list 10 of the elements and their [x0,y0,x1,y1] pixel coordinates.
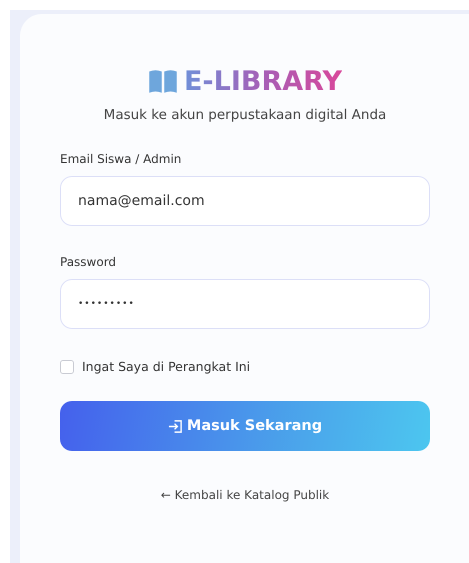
book-icon [148,69,178,94]
password-field[interactable]: ••••••••• [60,279,430,329]
remember-label: Ingat Saya di Perangkat Ini [82,359,250,374]
back-to-catalog-link[interactable]: ← Kembali ke Katalog Publik [60,488,430,502]
field-label: Password [60,255,118,269]
remember-checkbox[interactable] [60,360,74,374]
email-field[interactable]: nama@email.com [60,176,430,226]
sign-in-icon [168,418,183,434]
field-label: Email Siswa / Admin [60,152,182,166]
subtitle: Masuk ke akun perpustakaan digital Anda [102,107,388,123]
